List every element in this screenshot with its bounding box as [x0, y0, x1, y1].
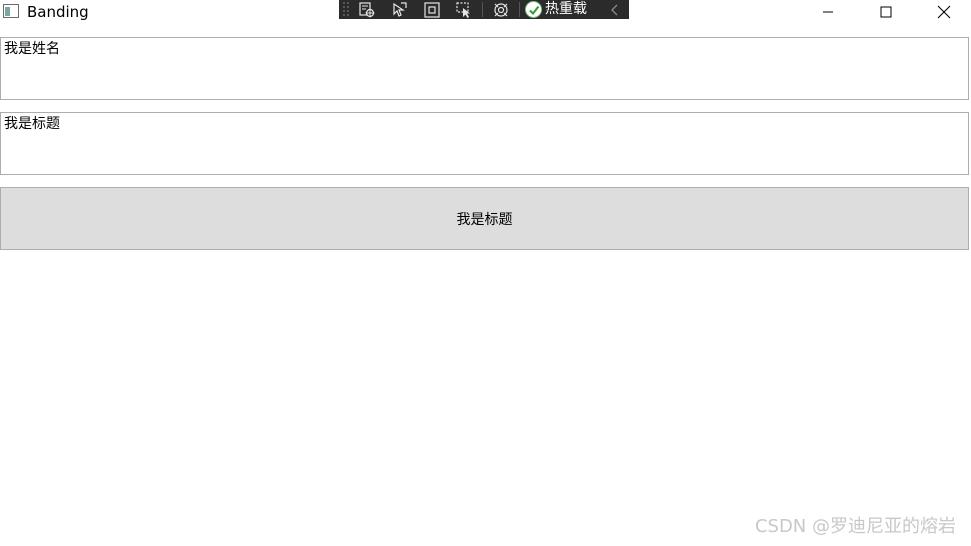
title-button-label: 我是标题: [456, 211, 513, 228]
hot-reload-label: 热重载: [545, 1, 587, 17]
title-textbox[interactable]: 我是标题: [0, 112, 969, 175]
hot-reload-status[interactable]: 热重载: [525, 0, 587, 19]
chevron-left-icon[interactable]: [608, 0, 622, 19]
track-focus-icon[interactable]: [453, 0, 475, 19]
title-textbox-value: 我是标题: [4, 116, 60, 132]
maximize-button[interactable]: [863, 0, 909, 24]
close-icon: [937, 5, 951, 19]
maximize-icon: [880, 6, 892, 18]
minimize-button[interactable]: [805, 0, 851, 24]
toolbar-separator: [519, 2, 520, 17]
minimize-icon: [823, 11, 833, 13]
name-textbox[interactable]: 我是姓名: [0, 37, 969, 100]
name-textbox-value: 我是姓名: [4, 41, 60, 57]
pointer-icon[interactable]: [389, 0, 411, 19]
title-bar[interactable]: Banding 热重载: [0, 0, 971, 24]
layout-adorners-icon[interactable]: [421, 0, 443, 19]
check-circle-icon: [525, 1, 542, 18]
select-element-icon[interactable]: [356, 0, 378, 19]
app-icon[interactable]: [3, 4, 19, 18]
close-button[interactable]: [921, 0, 967, 24]
window-title: Banding: [27, 3, 89, 21]
debug-toolbar: 热重载: [339, 0, 629, 19]
binding-failures-icon[interactable]: [490, 0, 512, 19]
app-window: Banding 热重载 我是姓名 我是标题 我是标题 CSDN @罗迪尼亚的熔岩: [0, 0, 971, 546]
title-button[interactable]: 我是标题: [0, 187, 969, 250]
toolbar-separator: [482, 2, 483, 17]
watermark: CSDN @罗迪尼亚的熔岩: [754, 516, 956, 537]
toolbar-grip-icon[interactable]: [342, 1, 350, 18]
